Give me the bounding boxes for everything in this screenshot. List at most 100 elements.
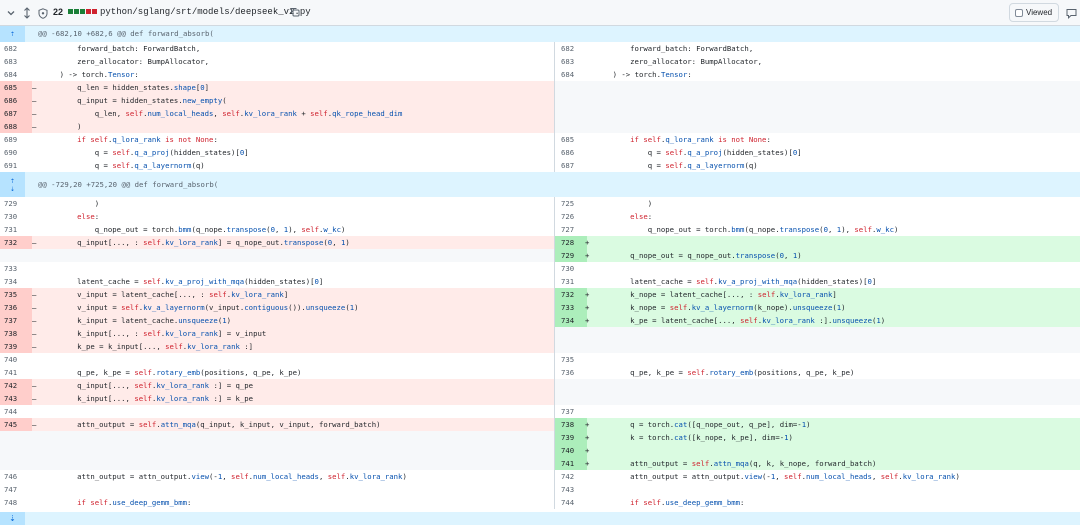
line-number[interactable]: 736 bbox=[555, 366, 587, 379]
code-line: else: bbox=[77, 212, 100, 221]
right-line-empty bbox=[554, 379, 1080, 392]
line-number[interactable]: 682 bbox=[0, 42, 32, 55]
line-number[interactable]: 691 bbox=[0, 159, 32, 172]
code-line: ) bbox=[94, 199, 100, 208]
code-line: q_len, self.num_local_heads, self.kv_lor… bbox=[94, 109, 403, 118]
line-number[interactable]: 727 bbox=[555, 223, 587, 236]
chevron-down-icon[interactable] bbox=[4, 6, 18, 20]
line-number[interactable]: 732 bbox=[0, 236, 32, 249]
line-number[interactable]: 685 bbox=[555, 133, 587, 146]
diff-row: 733 730 bbox=[0, 262, 1080, 275]
line-number[interactable]: 740 bbox=[555, 444, 587, 457]
diff-row: 748 if self.use_deep_gemm_bmm: 744 if sel… bbox=[0, 496, 1080, 509]
right-line-add: 738 + q = torch.cat([q_nope_out, q_pe], d… bbox=[554, 418, 1080, 431]
line-number[interactable]: 735 bbox=[555, 353, 587, 366]
line-number[interactable]: 740 bbox=[0, 353, 32, 366]
left-line-del: 737– k_input = latent_cache.unsqueeze(1) bbox=[0, 314, 554, 327]
deletion-marker: – bbox=[32, 109, 37, 118]
copy-icon[interactable] bbox=[288, 5, 302, 19]
viewed-checkbox[interactable]: Viewed bbox=[1009, 3, 1059, 22]
line-number[interactable]: 726 bbox=[555, 210, 587, 223]
right-line-ctx: 684 ) -> torch.Tensor: bbox=[554, 68, 1080, 81]
expand-down-icon[interactable]: ⇣ bbox=[0, 512, 25, 525]
right-line-empty bbox=[554, 81, 1080, 94]
line-number[interactable]: 741 bbox=[555, 457, 587, 470]
left-line-ctx: 741 q_pe, k_pe = self.rotary_emb(positio… bbox=[0, 366, 554, 379]
diff-row: 687– q_len, self.num_local_heads, self.k… bbox=[0, 107, 1080, 120]
line-number[interactable]: 730 bbox=[0, 210, 32, 223]
right-line-ctx: 730 bbox=[554, 262, 1080, 275]
diffstat-square bbox=[86, 9, 91, 14]
diff-row: 738– k_input[..., : self.kv_lora_rank] =… bbox=[0, 327, 1080, 340]
code-line: attn_output = attn_output.view(-1, self.… bbox=[630, 472, 960, 481]
line-number[interactable]: 738 bbox=[0, 327, 32, 340]
deletion-marker: – bbox=[32, 342, 37, 351]
line-number[interactable]: 731 bbox=[555, 275, 587, 288]
line-number[interactable]: 728 bbox=[555, 236, 587, 249]
line-number[interactable]: 683 bbox=[555, 55, 587, 68]
line-number[interactable]: 730 bbox=[555, 262, 587, 275]
diff-row: 686– q_input = hidden_states.new_empty( bbox=[0, 94, 1080, 107]
code-line: v_input = latent_cache[..., : self.kv_lo… bbox=[77, 290, 289, 299]
line-number[interactable]: 734 bbox=[0, 275, 32, 288]
line-number[interactable]: 738 bbox=[555, 418, 587, 431]
line-number[interactable]: 739 bbox=[0, 340, 32, 353]
line-number[interactable]: 731 bbox=[0, 223, 32, 236]
line-number[interactable]: 685 bbox=[0, 81, 32, 94]
line-number[interactable]: 686 bbox=[0, 94, 32, 107]
right-line-ctx: 744 if self.use_deep_gemm_bmm: bbox=[554, 496, 1080, 509]
line-number[interactable]: 684 bbox=[0, 68, 32, 81]
line-number[interactable]: 682 bbox=[555, 42, 587, 55]
diffstat-square bbox=[68, 9, 73, 14]
left-line-del: 736– v_input = self.kv_a_layernorm(v_inp… bbox=[0, 301, 554, 314]
line-number[interactable]: 742 bbox=[555, 470, 587, 483]
diffstat-bar bbox=[68, 9, 97, 14]
right-line-empty bbox=[554, 120, 1080, 133]
line-number[interactable]: 736 bbox=[0, 301, 32, 314]
line-number[interactable]: 687 bbox=[555, 159, 587, 172]
line-number[interactable]: 733 bbox=[555, 301, 587, 314]
line-number[interactable]: 683 bbox=[0, 55, 32, 68]
bottom-expander[interactable]: ⇣ bbox=[0, 512, 1080, 525]
expand-up-down-icon[interactable]: ⇡ ⇣ bbox=[0, 172, 25, 197]
line-number[interactable]: 745 bbox=[0, 418, 32, 431]
expand-up-icon[interactable]: ⇡ bbox=[0, 26, 25, 42]
left-line-empty bbox=[0, 444, 554, 457]
line-number[interactable]: 725 bbox=[555, 197, 587, 210]
diff-row: 731 q_nope_out = torch.bmm(q_nope.transp… bbox=[0, 223, 1080, 236]
line-number[interactable]: 744 bbox=[555, 496, 587, 509]
line-number[interactable]: 743 bbox=[0, 392, 32, 405]
line-number[interactable]: 746 bbox=[0, 470, 32, 483]
expand-all-icon[interactable] bbox=[20, 6, 34, 20]
line-number[interactable]: 732 bbox=[555, 288, 587, 301]
comment-icon[interactable] bbox=[1064, 6, 1078, 20]
line-number[interactable]: 729 bbox=[555, 249, 587, 262]
line-number[interactable]: 739 bbox=[555, 431, 587, 444]
file-path[interactable]: python/sglang/srt/models/deepseek_v2.py bbox=[100, 7, 311, 17]
line-number[interactable]: 684 bbox=[555, 68, 587, 81]
line-number[interactable]: 689 bbox=[0, 133, 32, 146]
line-number[interactable]: 747 bbox=[0, 483, 32, 496]
line-number[interactable]: 735 bbox=[0, 288, 32, 301]
left-line-ctx: 683 zero_allocator: BumpAllocator, bbox=[0, 55, 554, 68]
line-number[interactable]: 742 bbox=[0, 379, 32, 392]
right-line-add: 733 + k_nope = self.kv_a_layernorm(k_nope… bbox=[554, 301, 1080, 314]
diff-row: 732– q_input[..., : self.kv_lora_rank] =… bbox=[0, 236, 1080, 249]
line-number[interactable]: 734 bbox=[555, 314, 587, 327]
line-number[interactable]: 687 bbox=[0, 107, 32, 120]
code-line: q = self.q_a_proj(hidden_states)[0] bbox=[647, 148, 802, 157]
right-line-ctx: 682 forward_batch: ForwardBatch, bbox=[554, 42, 1080, 55]
line-number[interactable]: 748 bbox=[0, 496, 32, 509]
line-number[interactable]: 743 bbox=[555, 483, 587, 496]
line-number[interactable]: 733 bbox=[0, 262, 32, 275]
code-line: latent_cache = self.kv_a_proj_with_mqa(h… bbox=[77, 277, 324, 286]
line-number[interactable]: 688 bbox=[0, 120, 32, 133]
line-number[interactable]: 737 bbox=[0, 314, 32, 327]
line-number[interactable]: 741 bbox=[0, 366, 32, 379]
line-number[interactable]: 729 bbox=[0, 197, 32, 210]
line-number[interactable]: 744 bbox=[0, 405, 32, 418]
line-number[interactable]: 737 bbox=[555, 405, 587, 418]
line-number[interactable]: 686 bbox=[555, 146, 587, 159]
right-line-ctx: 725 ) bbox=[554, 197, 1080, 210]
line-number[interactable]: 690 bbox=[0, 146, 32, 159]
